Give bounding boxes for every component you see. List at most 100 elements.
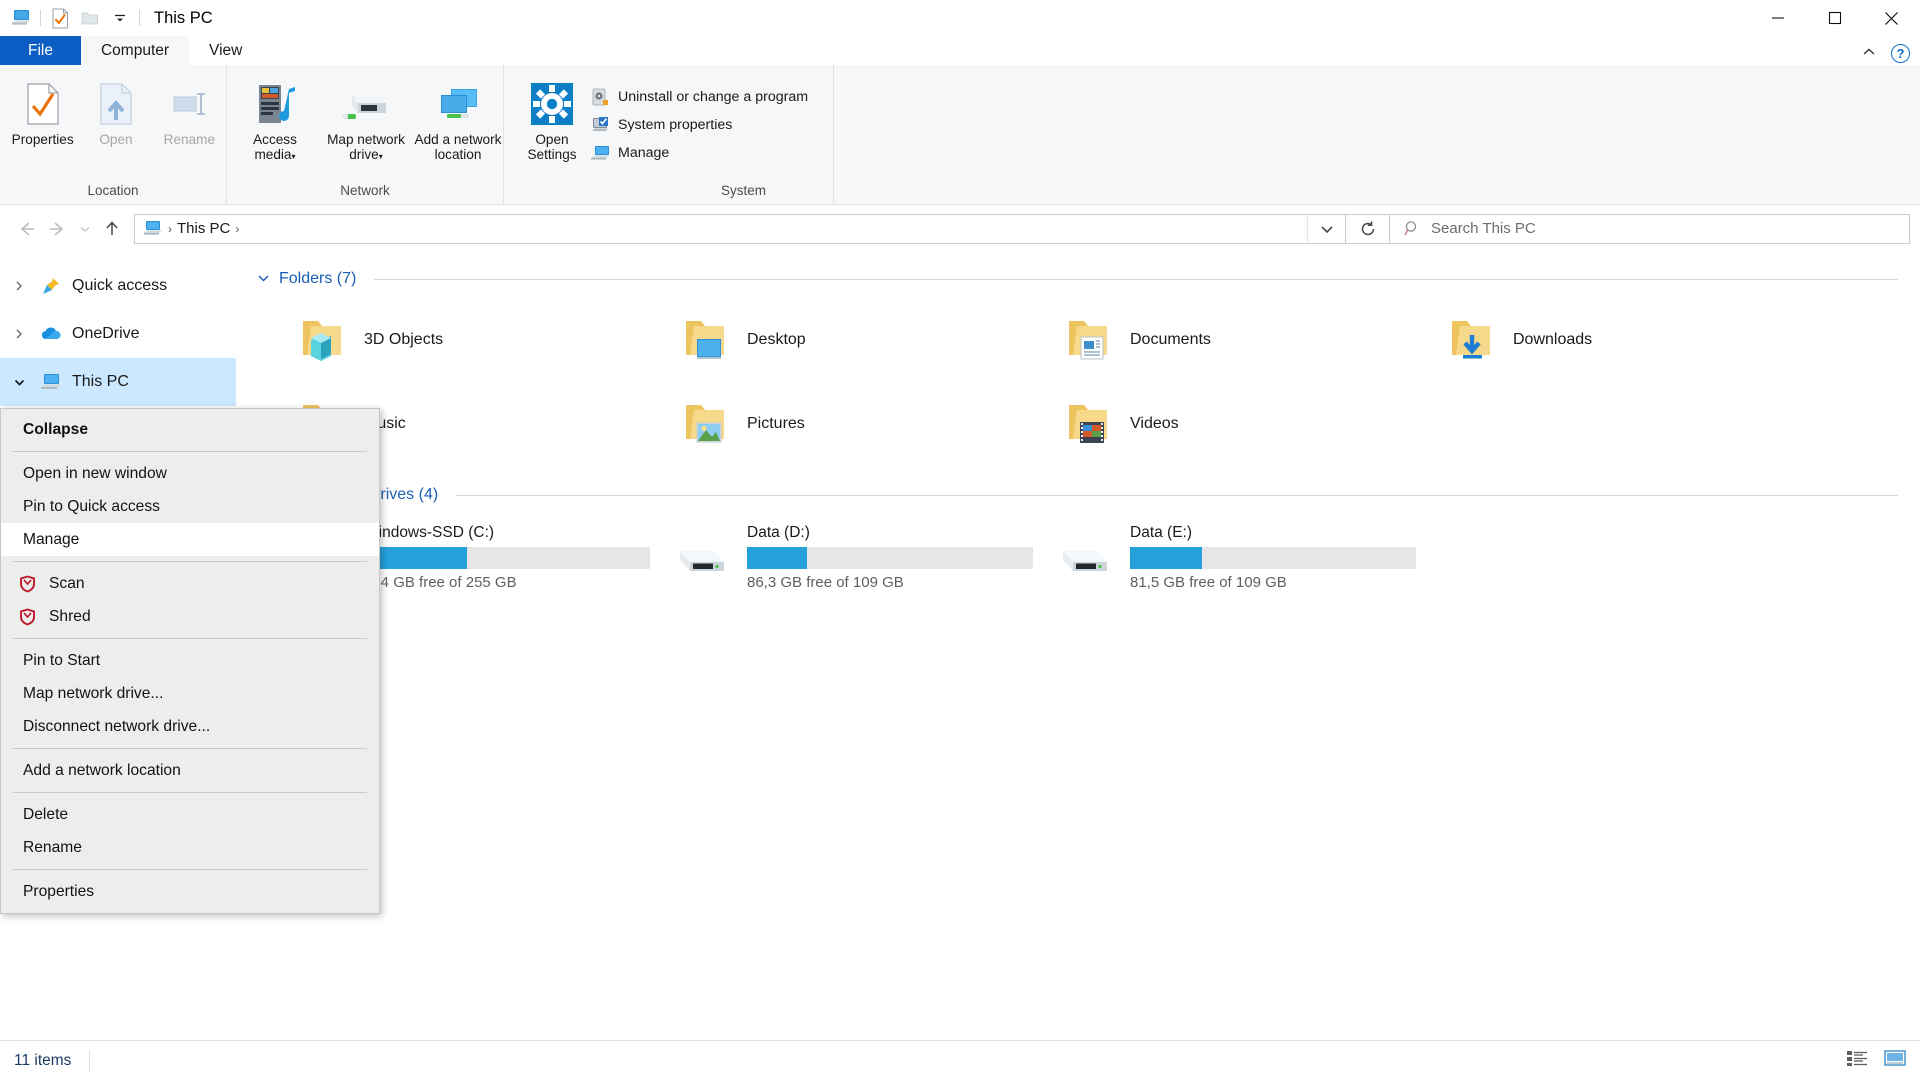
- context-menu-item-disconnect-network-drive[interactable]: Disconnect network drive...: [1, 710, 379, 743]
- context-menu-item-shred[interactable]: Shred: [1, 600, 379, 633]
- toolbar-divider-2: [139, 10, 140, 26]
- drive-free-space: 81,5 GB free of 109 GB: [1130, 574, 1287, 591]
- manage-label: Manage: [618, 144, 670, 161]
- context-menu-item-collapse[interactable]: Collapse: [1, 413, 379, 446]
- uninstall-program-button[interactable]: Uninstall or change a program: [590, 85, 818, 108]
- folder-tile-pictures[interactable]: Pictures: [639, 382, 1022, 466]
- onedrive-icon: [38, 321, 64, 347]
- properties-button[interactable]: Properties: [6, 75, 79, 147]
- chevron-down-icon[interactable]: ▾: [379, 152, 383, 161]
- tab-view[interactable]: View: [189, 36, 262, 65]
- close-button[interactable]: [1863, 0, 1920, 36]
- tab-computer[interactable]: Computer: [80, 36, 190, 65]
- context-menu-item-map-network-drive[interactable]: Map network drive...: [1, 677, 379, 710]
- drive-tile-d[interactable]: Data (D:) 86,3 GB free of 109 GB: [639, 514, 1033, 606]
- search-box[interactable]: Search This PC: [1390, 213, 1910, 244]
- sidebar-item-this-pc[interactable]: This PC: [0, 358, 236, 406]
- system-properties-button[interactable]: System properties: [590, 113, 818, 136]
- context-menu-label: Rename: [23, 838, 82, 856]
- help-icon[interactable]: ?: [1891, 44, 1910, 63]
- breadcrumb: › This PC ›: [135, 220, 1307, 237]
- maximize-button[interactable]: [1806, 0, 1863, 36]
- context-menu-item-scan[interactable]: Scan: [1, 567, 379, 600]
- breadcrumb-item-this-pc[interactable]: This PC: [177, 220, 230, 237]
- context-menu-label: Properties: [23, 882, 95, 900]
- large-icons-view-icon[interactable]: [1884, 1049, 1906, 1072]
- status-divider: [89, 1049, 91, 1072]
- chevron-up-icon[interactable]: [1861, 45, 1877, 63]
- open-settings-button[interactable]: Open Settings: [514, 75, 590, 162]
- chevron-down-icon[interactable]: [256, 272, 271, 287]
- context-menu-label: Disconnect network drive...: [23, 717, 211, 735]
- window-title: This PC: [154, 8, 213, 27]
- breadcrumb-separator: ›: [168, 221, 172, 236]
- chevron-down-icon[interactable]: [8, 371, 30, 393]
- add-network-location-icon: [433, 79, 483, 129]
- tab-file[interactable]: File: [0, 36, 81, 65]
- section-header-folders[interactable]: Folders (7): [256, 264, 1920, 294]
- context-menu-separator: [13, 869, 367, 870]
- open-button[interactable]: Open: [79, 75, 152, 147]
- context-menu-item-open-in-new-window[interactable]: Open in new window: [1, 457, 379, 490]
- capacity-bar: [747, 547, 1033, 569]
- drive-free-space: 164 GB free of 255 GB: [364, 574, 517, 591]
- folder-tile-desktop[interactable]: Desktop: [639, 298, 1022, 382]
- status-bar: 11 items: [0, 1040, 1920, 1080]
- quick-access-toolbar: [6, 0, 144, 36]
- view-mode-buttons: [1846, 1049, 1906, 1072]
- up-button[interactable]: [96, 213, 128, 245]
- capacity-bar-fill: [1130, 547, 1202, 569]
- context-menu-item-add-network-location[interactable]: Add a network location: [1, 754, 379, 787]
- hard-drive-icon: [1052, 522, 1118, 584]
- section-header-drives[interactable]: Devices and drives (4): [256, 480, 1920, 510]
- access-media-button[interactable]: Access media▾: [231, 75, 319, 164]
- context-menu-label: Collapse: [23, 420, 88, 438]
- rename-button[interactable]: Rename: [153, 75, 226, 147]
- folder-tile-3d-objects[interactable]: 3D Objects: [256, 298, 639, 382]
- access-media-label: Access media▾: [253, 132, 297, 162]
- breadcrumb-bar[interactable]: › This PC ›: [134, 213, 1346, 244]
- new-folder-icon[interactable]: [75, 3, 105, 33]
- context-menu-label: Delete: [23, 805, 69, 823]
- folders-grid: 3D Objects Desktop Documents Downloads M…: [256, 298, 1920, 466]
- drive-tile-e[interactable]: Data (E:) 81,5 GB free of 109 GB: [1022, 514, 1416, 606]
- minimize-button[interactable]: [1749, 0, 1806, 36]
- recent-locations-button[interactable]: [74, 213, 96, 245]
- folder-tile-documents[interactable]: Documents: [1022, 298, 1405, 382]
- add-network-location-button[interactable]: Add a network location: [413, 75, 503, 162]
- breadcrumb-separator-2[interactable]: ›: [235, 222, 239, 236]
- sidebar-item-onedrive[interactable]: OneDrive: [0, 310, 236, 358]
- chevron-down-icon[interactable]: ▾: [292, 152, 296, 161]
- back-button[interactable]: [10, 213, 42, 245]
- group-label-system: System: [720, 183, 766, 198]
- sidebar-item-quick-access[interactable]: Quick access: [0, 262, 236, 310]
- folder-tile-videos[interactable]: Videos: [1022, 382, 1405, 466]
- capacity-bar: [1130, 547, 1416, 569]
- properties-icon: [25, 79, 61, 129]
- file-explorer-window: This PC File Computer View ? Properties …: [0, 0, 1920, 1080]
- map-network-drive-button[interactable]: Map network drive▾: [319, 75, 413, 164]
- chevron-right-icon[interactable]: [8, 275, 30, 297]
- context-menu-item-delete[interactable]: Delete: [1, 798, 379, 831]
- forward-button[interactable]: [42, 213, 74, 245]
- refresh-button[interactable]: [1346, 213, 1390, 244]
- chevron-down-icon[interactable]: [1307, 214, 1345, 243]
- section-divider: [456, 494, 1898, 496]
- sidebar-label-this-pc: This PC: [72, 373, 129, 390]
- folder-name: Pictures: [747, 415, 805, 432]
- capacity-bar: [364, 547, 650, 569]
- context-menu-item-rename[interactable]: Rename: [1, 831, 379, 864]
- properties-icon[interactable]: [45, 3, 75, 33]
- context-menu-item-pin-to-quick-access[interactable]: Pin to Quick access: [1, 490, 379, 523]
- context-menu-item-properties[interactable]: Properties: [1, 875, 379, 908]
- details-view-icon[interactable]: [1846, 1049, 1868, 1072]
- context-menu-item-pin-to-start[interactable]: Pin to Start: [1, 644, 379, 677]
- context-menu-item-manage[interactable]: Manage: [1, 523, 379, 556]
- folder-tile-downloads[interactable]: Downloads: [1405, 298, 1788, 382]
- manage-button[interactable]: Manage: [590, 141, 818, 164]
- chevron-right-icon[interactable]: [8, 323, 30, 345]
- drive-name: Windows-SSD (C:): [364, 524, 495, 541]
- search-input[interactable]: Search This PC: [1431, 220, 1536, 237]
- customize-dropdown-icon[interactable]: [105, 3, 135, 33]
- this-pc-icon[interactable]: [6, 3, 36, 33]
